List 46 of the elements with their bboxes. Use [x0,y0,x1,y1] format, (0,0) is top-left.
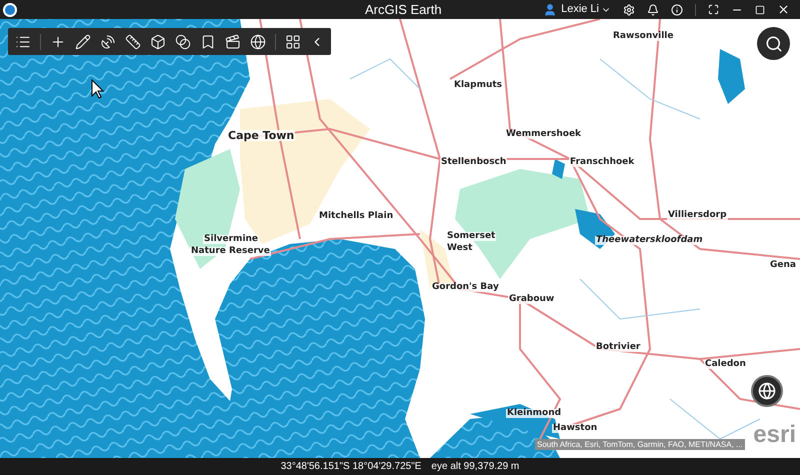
place-label: Nature Reserve [190,247,271,256]
pencil-icon[interactable] [75,34,91,50]
eye-altitude: eye alt 99,379.29 m [431,460,520,474]
clapperboard-icon[interactable] [225,34,241,50]
close-icon[interactable] [777,3,790,16]
place-label: Wemmershoek [505,130,582,139]
place-label: Gena [769,261,797,270]
cube-icon[interactable] [150,34,166,50]
place-label: Caledon [704,360,747,369]
place-label: Franschhoek [569,158,636,167]
app-logo-icon [3,2,17,16]
maximize-icon[interactable] [755,4,765,14]
place-label: Somerset [446,232,496,241]
settings-icon[interactable] [623,4,635,16]
info-icon[interactable] [671,4,683,16]
cursor-coordinates: 33°48'56.151"S 18°04'29.725"E [280,460,422,474]
place-label: Cape Town [227,130,296,141]
map-attribution: South Africa, Esri, TomTom, Garmin, FAO, METI/NASA, ... [535,439,745,450]
bookmark-icon[interactable] [200,34,216,50]
place-label: West [446,244,474,253]
place-label: Hawston [552,424,598,433]
place-label: Stellenbosch [440,158,508,167]
place-label: Klapmuts [453,81,504,90]
overlapping-circles-icon[interactable] [175,34,191,50]
globe-icon[interactable] [250,34,266,50]
place-label: Theewaterskloofdam [595,236,704,245]
user-menu-button[interactable]: Lexie Li [561,1,611,18]
place-label: Grabouw [508,295,556,304]
user-avatar-icon [543,2,558,16]
esri-logo: esri [753,423,796,447]
satellite-dish-icon[interactable] [100,34,116,50]
place-label: Mitchells Plain [318,212,394,221]
grid-icon[interactable] [285,34,301,50]
search-icon [764,34,782,52]
mouse-cursor-icon [91,79,105,99]
window-title: ArcGIS Earth [365,3,442,16]
place-label: Gordon's Bay [431,283,500,292]
place-label: Silvermine [203,235,260,244]
place-label: Villiersdorp [667,211,728,220]
ruler-icon[interactable] [125,34,141,50]
fullscreen-icon[interactable] [708,4,719,15]
place-label: Botrivier [595,343,642,352]
globe-icon [758,382,776,400]
place-label: Rawsonville [612,32,674,41]
place-label: Kleinmond [506,409,562,418]
notifications-icon[interactable] [647,4,659,16]
